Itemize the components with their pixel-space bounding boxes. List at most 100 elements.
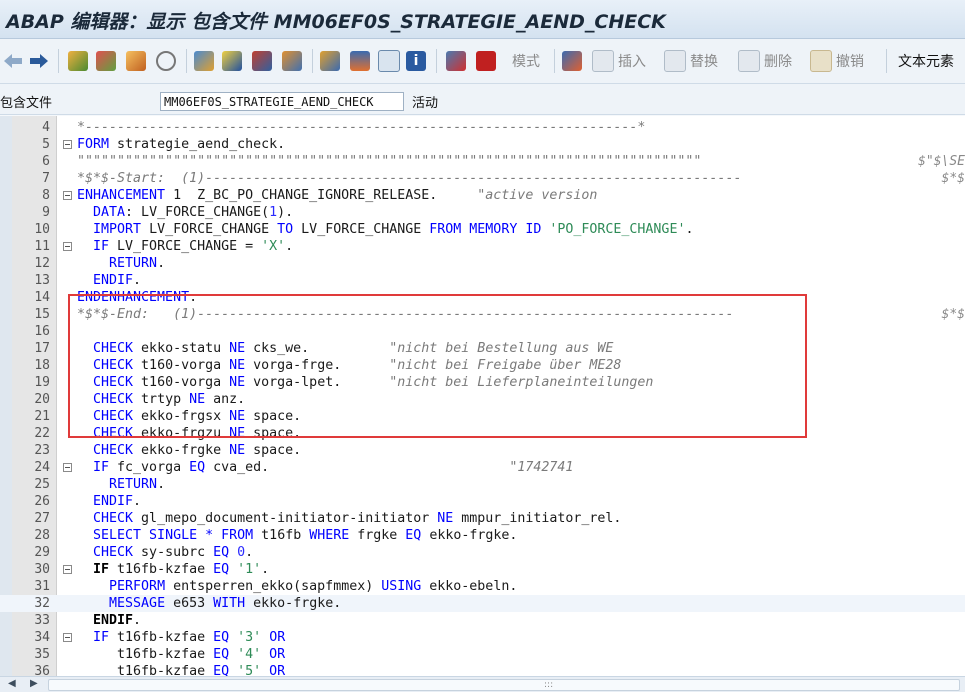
- text-elements-button[interactable]: 文本元素: [896, 50, 954, 72]
- code-editor[interactable]: 4 *--------------------------------------…: [0, 116, 965, 676]
- code-line[interactable]: 35 t16fb-kzfae EQ '4' OR: [0, 646, 965, 663]
- line-number: 29: [34, 545, 50, 560]
- list-icon: [378, 50, 400, 72]
- code-line[interactable]: 5 FORM strategie_aend_check.: [0, 136, 965, 153]
- code-text: CHECK ekko-frgke NE space.: [93, 443, 302, 458]
- code-line[interactable]: 9 DATA: LV_FORCE_CHANGE(1).: [0, 204, 965, 221]
- code-line[interactable]: 27 CHECK gl_mepo_document-initiator-init…: [0, 510, 965, 527]
- line-number: 23: [34, 443, 50, 458]
- replace-button[interactable]: 替换: [664, 50, 718, 72]
- line-number: 14: [34, 290, 50, 305]
- code-line[interactable]: 12 RETURN.: [0, 255, 965, 272]
- line-number: 36: [34, 664, 50, 676]
- back-icon: [4, 54, 22, 68]
- code-line[interactable]: 26 ENDIF.: [0, 493, 965, 510]
- code-text: t16fb-kzfae EQ '4' OR: [77, 647, 286, 662]
- line-number: 31: [34, 579, 50, 594]
- session-breakpoint-button[interactable]: [476, 50, 496, 72]
- where-used-icon: [156, 51, 176, 71]
- display-object-list-button[interactable]: [378, 50, 400, 72]
- undo-button[interactable]: 撤销: [810, 50, 864, 72]
- breakpoint-button[interactable]: [446, 50, 466, 72]
- stack-icon: [350, 51, 370, 71]
- code-line[interactable]: 25 RETURN.: [0, 476, 965, 493]
- where-used-button[interactable]: [156, 50, 176, 72]
- code-line[interactable]: 28 SELECT SINGLE * FROM t16fb WHERE frgk…: [0, 527, 965, 544]
- mode-label: 模式: [512, 54, 540, 70]
- code-line[interactable]: 36 t16fb-kzfae EQ '5' OR: [0, 663, 965, 676]
- code-line[interactable]: 8 ENHANCEMENT 1 Z_BC_PO_CHANGE_IGNORE_REL…: [0, 187, 965, 204]
- code-line[interactable]: 11 IF LV_FORCE_CHANGE = 'X'.: [0, 238, 965, 255]
- forward-icon: [30, 54, 48, 68]
- undo-icon: [810, 50, 832, 72]
- stack-button[interactable]: [350, 50, 370, 72]
- layout-button[interactable]: [282, 50, 302, 72]
- hierarchy-button[interactable]: [320, 50, 340, 72]
- code-line[interactable]: 7 *$*$-Start: (1)------------------------…: [0, 170, 965, 187]
- code-text: IF fc_vorga EQ cva_ed. "1742741: [93, 460, 574, 475]
- info-button[interactable]: i: [406, 50, 426, 72]
- other-object-button[interactable]: [126, 50, 146, 72]
- navigation-window-button[interactable]: [252, 50, 272, 72]
- wizard-button[interactable]: [222, 50, 242, 72]
- code-text: PERFORM entsperren_ekko(sapfmmex) USING …: [109, 579, 518, 594]
- code-line[interactable]: 6 """""""""""""""""""""""""""""""""""""""…: [0, 153, 965, 170]
- code-line[interactable]: 30 IF t16fb-kzfae EQ '1'.: [0, 561, 965, 578]
- line-number: 10: [34, 222, 50, 237]
- line-overflow-marker: $*$: [941, 307, 965, 322]
- line-number: 19: [34, 375, 50, 390]
- forward-button[interactable]: [28, 50, 50, 72]
- fold-toggle-icon[interactable]: [63, 463, 72, 472]
- mode-button[interactable]: 模式: [508, 50, 540, 72]
- code-line[interactable]: 23 CHECK ekko-frgke NE space.: [0, 442, 965, 459]
- fold-toggle-icon[interactable]: [63, 565, 72, 574]
- line-number: 5: [42, 137, 50, 152]
- line-number: 9: [42, 205, 50, 220]
- scroll-right-icon[interactable]: ▶: [30, 678, 38, 689]
- code-text: *$*$-Start: (1)-------------------------…: [77, 171, 742, 186]
- insert-button[interactable]: 插入: [592, 50, 646, 72]
- code-line[interactable]: 31 PERFORM entsperren_ekko(sapfmmex) USI…: [0, 578, 965, 595]
- program-name-field: MM06EF0S_STRATEGIE_AEND_CHECK: [160, 92, 404, 111]
- pattern-button[interactable]: [562, 50, 582, 72]
- delete-label: 删除: [764, 54, 792, 70]
- code-line[interactable]: 33 ENDIF.: [0, 612, 965, 629]
- line-number: 18: [34, 358, 50, 373]
- line-number: 6: [42, 154, 50, 169]
- code-text: IF t16fb-kzfae EQ '3' OR: [93, 630, 286, 645]
- line-number: 35: [34, 647, 50, 662]
- line-number: 32: [34, 596, 50, 611]
- code-line[interactable]: 29 CHECK sy-subrc EQ 0.: [0, 544, 965, 561]
- code-line[interactable]: 32 MESSAGE e653 WITH ekko-frgke.: [0, 595, 965, 612]
- code-line[interactable]: 10 IMPORT LV_FORCE_CHANGE TO LV_FORCE_CH…: [0, 221, 965, 238]
- program-info-bar: 包含文件 MM06EF0S_STRATEGIE_AEND_CHECK 活动: [0, 84, 965, 115]
- line-number: 13: [34, 273, 50, 288]
- delete-button[interactable]: 删除: [738, 50, 792, 72]
- application-toolbar: i 模式 插入 替换 删除 撤销 文本元素: [0, 39, 965, 84]
- line-number: 30: [34, 562, 50, 577]
- horizontal-scrollbar[interactable]: :::: [48, 679, 960, 691]
- line-overflow-marker: $"$\SE: [918, 154, 965, 169]
- fold-toggle-icon[interactable]: [63, 140, 72, 149]
- display-change-button[interactable]: [68, 50, 88, 72]
- active-inactive-button[interactable]: [96, 50, 116, 72]
- back-button[interactable]: [2, 50, 24, 72]
- scrollbar-grip-icon: :::: [544, 680, 554, 690]
- code-line[interactable]: 4 *--------------------------------------…: [0, 119, 965, 136]
- code-line[interactable]: 24 IF fc_vorga EQ cva_ed. "1742741: [0, 459, 965, 476]
- code-line[interactable]: 13 ENDIF.: [0, 272, 965, 289]
- fold-toggle-icon[interactable]: [63, 242, 72, 251]
- pencil-glasses-icon: [68, 51, 88, 71]
- object-list-button[interactable]: [194, 50, 214, 72]
- code-text: CHECK sy-subrc EQ 0.: [93, 545, 254, 560]
- fold-toggle-icon[interactable]: [63, 191, 72, 200]
- code-text: ENHANCEMENT 1 Z_BC_PO_CHANGE_IGNORE_RELE…: [77, 188, 598, 203]
- scroll-left-icon[interactable]: ◀: [8, 678, 16, 689]
- line-number: 20: [34, 392, 50, 407]
- line-number: 27: [34, 511, 50, 526]
- bottom-bar: ◀ ▶ :::: [0, 676, 965, 692]
- fold-toggle-icon[interactable]: [63, 633, 72, 642]
- line-number: 16: [34, 324, 50, 339]
- code-line[interactable]: 34 IF t16fb-kzfae EQ '3' OR: [0, 629, 965, 646]
- line-number: 11: [34, 239, 50, 254]
